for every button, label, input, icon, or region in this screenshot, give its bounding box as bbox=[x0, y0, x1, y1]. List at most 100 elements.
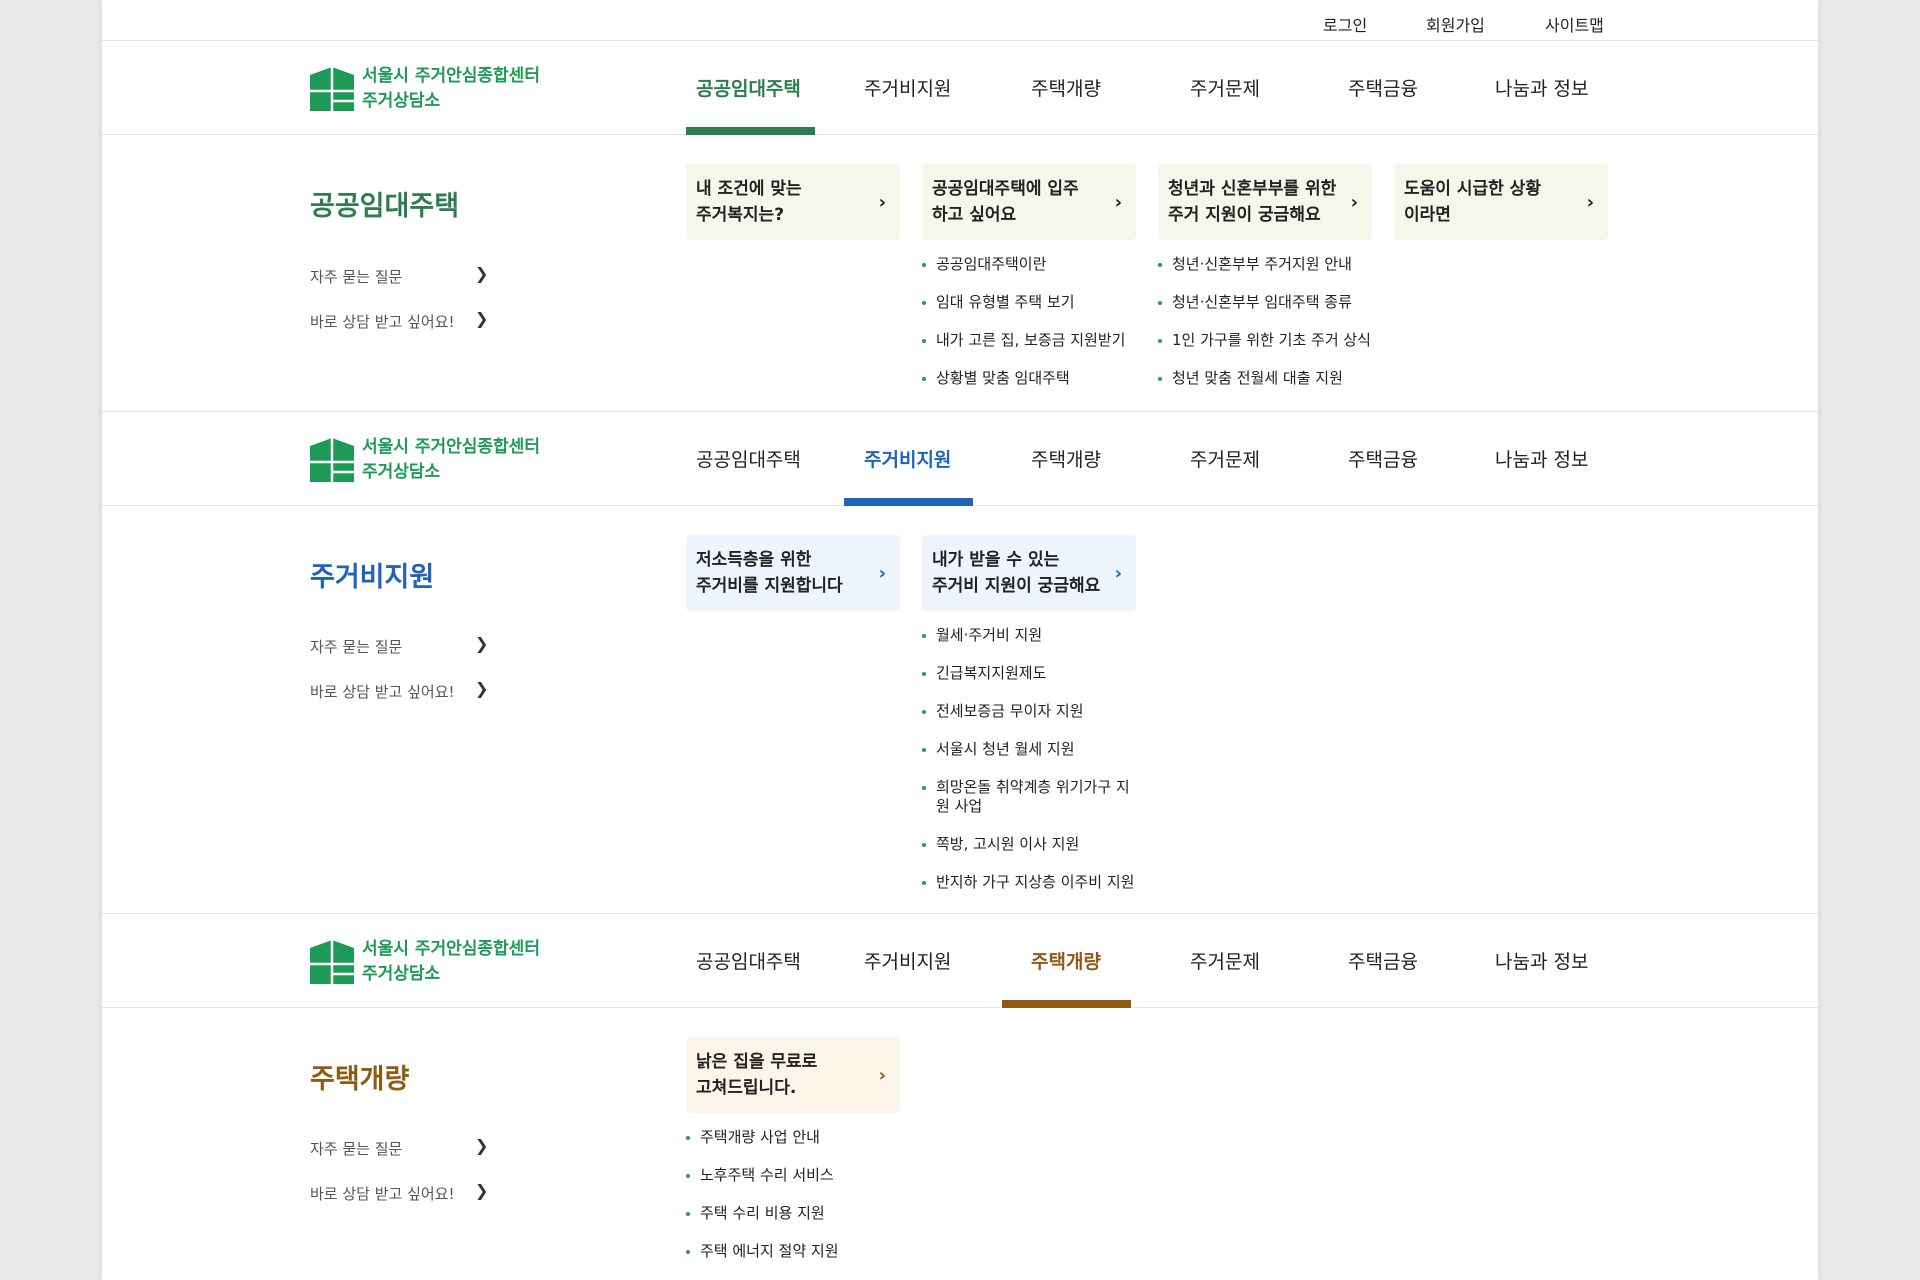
nav-sharing-info[interactable]: 나눔과 정보 bbox=[1495, 445, 1588, 472]
list-item[interactable]: 공공임대주택이란 bbox=[922, 255, 1046, 274]
logo-text[interactable]: 서울시 주거안심종합센터 주거상담소 bbox=[362, 64, 540, 114]
consult-link[interactable]: 바로 상담 받고 싶어요! bbox=[310, 681, 455, 702]
logo-text[interactable]: 서울시 주거안심종합센터 주거상담소 bbox=[362, 435, 540, 485]
nav-rental[interactable]: 공공임대주택 bbox=[696, 947, 801, 974]
nav-rental[interactable]: 공공임대주택 bbox=[696, 445, 801, 472]
logo-title: 서울시 주거안심종합센터 bbox=[362, 66, 540, 86]
nav-improvement[interactable]: 주택개량 bbox=[1031, 445, 1101, 472]
card-line: 주거 지원이 궁금해요 bbox=[1168, 205, 1321, 225]
section-title: 공공임대주택 bbox=[310, 191, 460, 222]
list-item[interactable]: 쪽방, 고시원 이사 지원 bbox=[922, 835, 1079, 854]
nav-housing-issues[interactable]: 주거문제 bbox=[1190, 947, 1260, 974]
nav-active-underline bbox=[686, 127, 815, 135]
chevron-right-icon[interactable]: ❯ bbox=[475, 1136, 488, 1155]
consult-link[interactable]: 바로 상담 받고 싶어요! bbox=[310, 311, 455, 332]
header-bar: 서울시 주거안심종합센터 주거상담소 공공임대주택 주거비지원 주택개량 주거문… bbox=[102, 411, 1818, 506]
card-youth-newlyweds[interactable]: 청년과 신혼부부를 위한 주거 지원이 궁금해요 › bbox=[1158, 164, 1372, 240]
section-title: 주거비지원 bbox=[310, 562, 435, 593]
list-item[interactable]: 상황별 맞춤 임대주택 bbox=[922, 369, 1070, 388]
sitemap-link[interactable]: 사이트맵 bbox=[1545, 12, 1604, 36]
chevron-right-icon[interactable]: ❯ bbox=[475, 309, 488, 328]
list-item[interactable]: 청년·신혼부부 주거지원 안내 bbox=[1158, 255, 1352, 274]
chevron-right-icon[interactable]: ❯ bbox=[475, 634, 488, 653]
list-item[interactable]: 긴급복지지원제도 bbox=[922, 664, 1046, 683]
list-item[interactable]: 주택 에너지 절약 지원 bbox=[686, 1242, 839, 1261]
card-line: 낡은 집을 무료로 bbox=[696, 1052, 818, 1072]
card-free-repair[interactable]: 낡은 집을 무료로 고쳐드립니다. › bbox=[686, 1037, 900, 1113]
chevron-right-icon[interactable]: ❯ bbox=[475, 1181, 488, 1200]
nav-finance[interactable]: 주택금융 bbox=[1348, 74, 1418, 101]
nav-housing-issues[interactable]: 주거문제 bbox=[1190, 74, 1260, 101]
card-line: 내 조건에 맞는 bbox=[696, 179, 802, 199]
chevron-right-icon: › bbox=[1586, 192, 1594, 213]
nav-finance[interactable]: 주택금융 bbox=[1348, 947, 1418, 974]
card-line: 고쳐드립니다. bbox=[696, 1078, 797, 1098]
logo-text[interactable]: 서울시 주거안심종합센터 주거상담소 bbox=[362, 937, 540, 987]
faq-link[interactable]: 자주 묻는 질문 bbox=[310, 1138, 402, 1159]
logo-icon[interactable] bbox=[310, 940, 354, 984]
megamenu-panel-improvement: 서울시 주거안심종합센터 주거상담소 공공임대주택 주거비지원 주택개량 주거문… bbox=[102, 913, 1818, 1280]
list-item[interactable]: 임대 유형별 주택 보기 bbox=[922, 293, 1075, 312]
faq-link[interactable]: 자주 묻는 질문 bbox=[310, 636, 402, 657]
logo-title: 서울시 주거안심종합센터 bbox=[362, 939, 540, 959]
card-line: 도움이 시급한 상황 bbox=[1404, 179, 1541, 199]
list-item[interactable]: 희망온돌 취약계층 위기가구 지원 사업 bbox=[922, 778, 1132, 816]
header-bar: 서울시 주거안심종합센터 주거상담소 공공임대주택 주거비지원 주택개량 주거문… bbox=[102, 913, 1818, 1008]
nav-sharing-info[interactable]: 나눔과 정보 bbox=[1495, 947, 1588, 974]
logo-subtitle: 주거상담소 bbox=[362, 462, 441, 482]
nav-housing-cost[interactable]: 주거비지원 bbox=[864, 445, 951, 472]
list-item[interactable]: 1인 가구를 위한 기초 주거 상식 bbox=[1158, 331, 1371, 350]
signup-link[interactable]: 회원가입 bbox=[1426, 12, 1485, 36]
card-line: 주거비를 지원합니다 bbox=[696, 576, 843, 596]
chevron-right-icon[interactable]: ❯ bbox=[475, 264, 488, 283]
chevron-right-icon: › bbox=[1114, 563, 1122, 584]
megamenu-panel-rental: 서울시 주거안심종합센터 주거상담소 공공임대주택 주거비지원 주택개량 주거문… bbox=[102, 40, 1818, 412]
faq-link[interactable]: 자주 묻는 질문 bbox=[310, 266, 402, 287]
chevron-right-icon: › bbox=[878, 192, 886, 213]
logo-icon[interactable] bbox=[310, 67, 354, 111]
card-line: 주거비 지원이 궁금해요 bbox=[932, 576, 1101, 596]
list-item[interactable]: 전세보증금 무이자 지원 bbox=[922, 702, 1084, 721]
list-item[interactable]: 노후주택 수리 서비스 bbox=[686, 1166, 834, 1185]
list-item[interactable]: 월세·주거비 지원 bbox=[922, 626, 1042, 645]
section-title: 주택개량 bbox=[310, 1064, 410, 1095]
list-item[interactable]: 반지하 가구 지상층 이주비 지원 bbox=[922, 873, 1134, 892]
nav-improvement[interactable]: 주택개량 bbox=[1031, 74, 1101, 101]
list-item[interactable]: 주택개량 사업 안내 bbox=[686, 1128, 820, 1147]
login-link[interactable]: 로그인 bbox=[1323, 12, 1367, 36]
card-line: 내가 받을 수 있는 bbox=[932, 550, 1060, 570]
chevron-right-icon: › bbox=[878, 1065, 886, 1086]
list-item[interactable]: 내가 고른 집, 보증금 지원받기 bbox=[922, 331, 1125, 350]
header-bar: 서울시 주거안심종합센터 주거상담소 공공임대주택 주거비지원 주택개량 주거문… bbox=[102, 40, 1818, 135]
consult-link[interactable]: 바로 상담 받고 싶어요! bbox=[310, 1183, 455, 1204]
card-line: 이라면 bbox=[1404, 205, 1451, 225]
list-item[interactable]: 청년 맞춤 전월세 대출 지원 bbox=[1158, 369, 1343, 388]
card-my-conditions[interactable]: 내 조건에 맞는 주거복지는? › bbox=[686, 164, 900, 240]
nav-active-underline bbox=[844, 498, 973, 506]
nav-active-underline bbox=[1002, 1000, 1131, 1008]
logo-subtitle: 주거상담소 bbox=[362, 964, 441, 984]
nav-finance[interactable]: 주택금융 bbox=[1348, 445, 1418, 472]
card-line: 주거복지는? bbox=[696, 205, 785, 225]
list-item[interactable]: 청년·신혼부부 임대주택 종류 bbox=[1158, 293, 1352, 312]
list-item[interactable]: 주택 수리 비용 지원 bbox=[686, 1204, 825, 1223]
megamenu-panel-housing-cost: 서울시 주거안심종합센터 주거상담소 공공임대주택 주거비지원 주택개량 주거문… bbox=[102, 411, 1818, 914]
chevron-right-icon: › bbox=[1114, 192, 1122, 213]
logo-icon[interactable] bbox=[310, 438, 354, 482]
list-item[interactable]: 서울시 청년 월세 지원 bbox=[922, 740, 1075, 759]
card-low-income-support[interactable]: 저소득층을 위한 주거비를 지원합니다 › bbox=[686, 535, 900, 611]
card-line: 저소득층을 위한 bbox=[696, 550, 812, 570]
chevron-right-icon: › bbox=[1350, 192, 1358, 213]
card-rental-move-in[interactable]: 공공임대주택에 입주 하고 싶어요 › bbox=[922, 164, 1136, 240]
nav-improvement[interactable]: 주택개량 bbox=[1031, 947, 1101, 974]
chevron-right-icon[interactable]: ❯ bbox=[475, 679, 488, 698]
nav-housing-cost[interactable]: 주거비지원 bbox=[864, 947, 951, 974]
nav-rental[interactable]: 공공임대주택 bbox=[696, 74, 801, 101]
nav-sharing-info[interactable]: 나눔과 정보 bbox=[1495, 74, 1588, 101]
card-urgent-help[interactable]: 도움이 시급한 상황 이라면 › bbox=[1394, 164, 1608, 240]
nav-housing-issues[interactable]: 주거문제 bbox=[1190, 445, 1260, 472]
card-eligible-support[interactable]: 내가 받을 수 있는 주거비 지원이 궁금해요 › bbox=[922, 535, 1136, 611]
card-line: 청년과 신혼부부를 위한 bbox=[1168, 179, 1337, 199]
card-line: 하고 싶어요 bbox=[932, 205, 1017, 225]
nav-housing-cost[interactable]: 주거비지원 bbox=[864, 74, 951, 101]
